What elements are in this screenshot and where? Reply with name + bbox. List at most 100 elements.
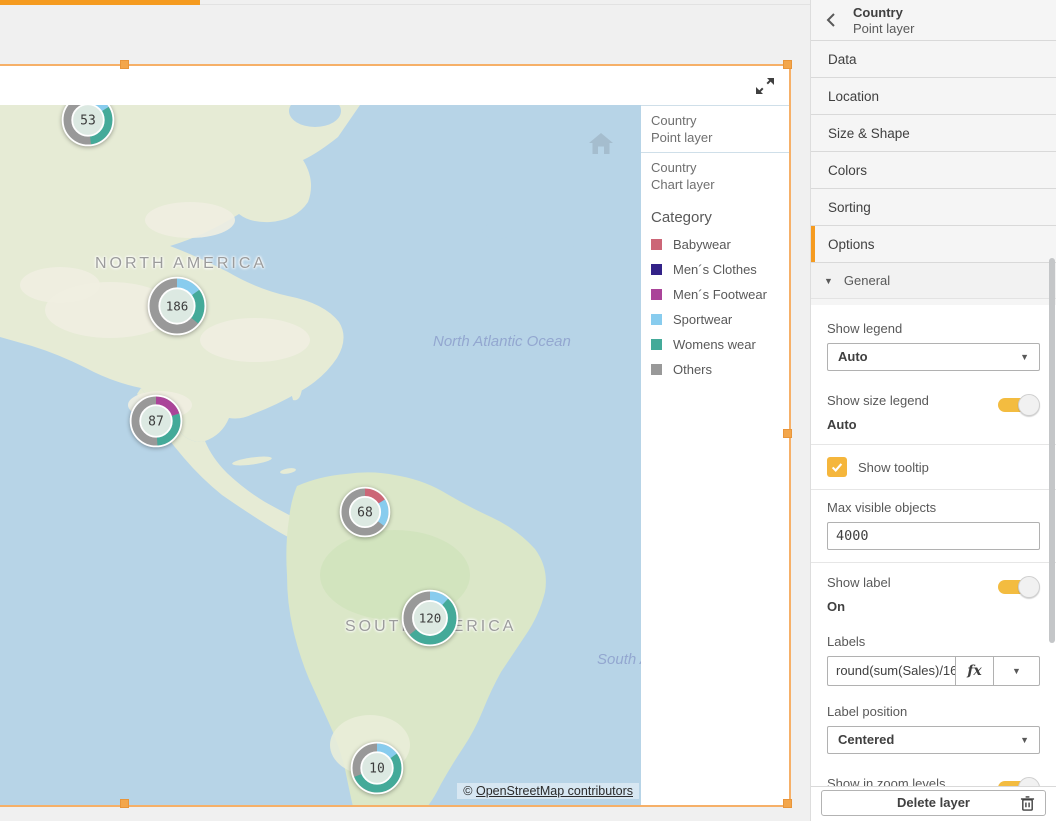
section-label: Sorting: [828, 200, 871, 215]
section-label: Location: [828, 89, 879, 104]
chevron-down-icon: ▼: [1012, 666, 1021, 676]
legend-layer-list: CountryPoint layerCountryChart layer: [641, 105, 789, 199]
legend-category-title: Category: [651, 209, 779, 226]
legend-item-label: Men´s Footwear: [673, 287, 767, 302]
legend-color-swatch: [651, 314, 662, 325]
sidebar-section-data[interactable]: Data: [811, 41, 1056, 78]
legend-layer-subtitle: Point layer: [651, 129, 779, 146]
divider: [811, 562, 1056, 563]
selection-handle-top[interactable]: [120, 60, 129, 69]
chevron-down-icon: ▼: [1020, 344, 1029, 370]
section-label: Size & Shape: [828, 126, 910, 141]
donut-marker-53[interactable]: 53: [59, 105, 117, 152]
donut-marker-120[interactable]: 120: [399, 587, 461, 652]
fx-expression-icon[interactable]: fx: [956, 656, 994, 686]
toolbar-divider: [200, 4, 810, 5]
svg-text:53: 53: [80, 114, 96, 129]
section-label: Data: [828, 52, 857, 67]
svg-text:186: 186: [166, 299, 189, 314]
section-label: Options: [828, 237, 875, 252]
panel-title: Country: [853, 5, 903, 20]
legend-item-label: Men´s Clothes: [673, 262, 757, 277]
attribution-copyright: ©: [463, 784, 476, 798]
legend-item-sportwear[interactable]: Sportwear: [641, 307, 789, 332]
delete-layer-button[interactable]: Delete layer: [821, 790, 1046, 816]
sidebar-section-options[interactable]: Options: [811, 226, 1056, 263]
sidebar-section-location[interactable]: Location: [811, 78, 1056, 115]
section-label: Colors: [828, 163, 867, 178]
legend-item-list: Babywear Men´s Clothes Men´s Footwear Sport…: [641, 232, 789, 382]
label-position-label: Label position: [827, 704, 1040, 719]
map-legend-panel: CountryPoint layerCountryChart layer Cat…: [641, 105, 789, 805]
sidebar-sections: Data Location Size & Shape Colors Sorting Opt…: [811, 41, 1056, 263]
show-size-legend-toggle[interactable]: [998, 393, 1040, 417]
legend-item-womens-wear[interactable]: Womens wear: [641, 332, 789, 357]
donut-marker-10[interactable]: 10: [348, 739, 406, 800]
attribution-link[interactable]: OpenStreetMap contributors: [476, 784, 633, 798]
fullscreen-expand-icon[interactable]: [753, 74, 777, 98]
general-accordion-label: General: [844, 273, 890, 288]
legend-item-men-s-footwear[interactable]: Men´s Footwear: [641, 282, 789, 307]
legend-color-swatch: [651, 239, 662, 250]
sidebar-section-colors[interactable]: Colors: [811, 152, 1056, 189]
legend-layer-title: Country: [651, 159, 779, 176]
show-tooltip-label: Show tooltip: [858, 460, 929, 475]
panel-subtitle: Point layer: [853, 21, 914, 36]
chart-layer-markers: 53 186 87 68 120 10: [0, 105, 641, 805]
show-legend-dropdown[interactable]: Auto ▼: [827, 343, 1040, 371]
show-size-legend-label: Show size legend: [827, 393, 929, 408]
labels-expression-input[interactable]: round(sum(Sales)/16: [827, 656, 956, 686]
legend-color-swatch: [651, 289, 662, 300]
show-in-zoom-levels-label: Show in zoom levels: [827, 776, 946, 786]
label-position-value: Centered: [838, 732, 894, 747]
selection-handle-top-right[interactable]: [783, 60, 792, 69]
map-visualization-object[interactable]: NORTH AMERICA SOUTH AMERICA North Atlant…: [0, 64, 791, 807]
selection-handle-bottom-right[interactable]: [783, 799, 792, 808]
panel-footer: Delete layer: [811, 786, 1056, 821]
map-title-bar: [0, 66, 789, 105]
map-attribution: © OpenStreetMap contributors: [457, 783, 639, 799]
donut-marker-87[interactable]: 87: [127, 392, 185, 453]
legend-item-others[interactable]: Others: [641, 357, 789, 382]
sidebar-section-sorting[interactable]: Sorting: [811, 189, 1056, 226]
legend-item-label: Womens wear: [673, 337, 756, 352]
legend-layer-chart-layer: CountryChart layer: [641, 153, 789, 199]
map-region: NORTH AMERICA SOUTH AMERICA North Atlant…: [0, 105, 789, 805]
legend-item-babywear[interactable]: Babywear: [641, 232, 789, 257]
back-chevron-icon[interactable]: [823, 11, 841, 29]
legend-color-swatch: [651, 364, 662, 375]
selection-handle-right[interactable]: [783, 429, 792, 438]
legend-item-label: Others: [673, 362, 712, 377]
max-visible-objects-input[interactable]: 4000: [827, 522, 1040, 550]
collapse-triangle-icon: ▼: [824, 276, 833, 286]
labels-label: Labels: [827, 634, 1040, 649]
sidebar-section-size-shape[interactable]: Size & Shape: [811, 115, 1056, 152]
max-visible-objects-label: Max visible objects: [827, 500, 1040, 515]
svg-text:68: 68: [357, 506, 373, 521]
legend-color-swatch: [651, 339, 662, 350]
show-label-toggle[interactable]: [998, 575, 1040, 599]
selection-handle-bottom[interactable]: [120, 799, 129, 808]
svg-text:87: 87: [148, 415, 164, 430]
show-tooltip-checkbox[interactable]: [827, 457, 847, 477]
delete-layer-label: Delete layer: [897, 795, 970, 810]
chevron-down-icon: ▼: [1020, 727, 1029, 753]
panel-scrollbar-thumb[interactable]: [1049, 258, 1055, 643]
show-in-zoom-levels-toggle[interactable]: [998, 776, 1040, 786]
show-tooltip-row[interactable]: Show tooltip: [827, 457, 1040, 477]
legend-layer-point-layer: CountryPoint layer: [641, 105, 789, 153]
show-size-legend-value: Auto: [827, 417, 1056, 432]
show-label-value: On: [827, 599, 1056, 614]
map-canvas[interactable]: NORTH AMERICA SOUTH AMERICA North Atlant…: [0, 105, 641, 805]
options-content: Show legend Auto ▼ Show size legend Auto…: [811, 305, 1056, 786]
general-accordion-header[interactable]: ▼ General: [811, 263, 1056, 299]
donut-marker-186[interactable]: 186: [145, 274, 209, 341]
label-position-dropdown[interactable]: Centered ▼: [827, 726, 1040, 754]
svg-text:120: 120: [419, 611, 442, 626]
donut-marker-68[interactable]: 68: [337, 484, 393, 543]
legend-item-men-s-clothes[interactable]: Men´s Clothes: [641, 257, 789, 282]
labels-dropdown-button[interactable]: ▼: [994, 656, 1040, 686]
properties-panel: Country Point layer Data Location Size & S…: [810, 0, 1056, 821]
legend-item-label: Sportwear: [673, 312, 732, 327]
show-legend-value: Auto: [838, 349, 868, 364]
